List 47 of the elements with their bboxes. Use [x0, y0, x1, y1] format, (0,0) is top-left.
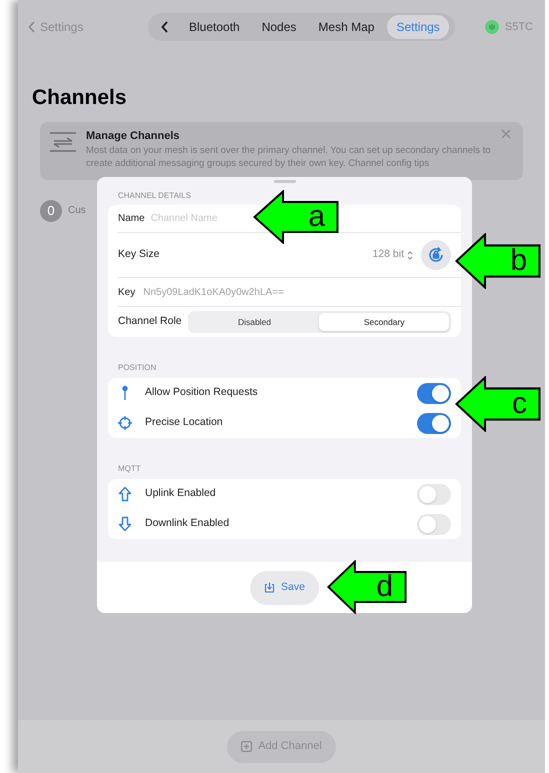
key-size-picker[interactable]: 128 bit: [372, 247, 413, 263]
chevron-up-down-icon: [407, 250, 413, 260]
section-header: MQTT: [118, 463, 142, 475]
section-header: CHANNEL DETAILS: [118, 190, 192, 202]
nav-tab[interactable]: Settings: [387, 15, 449, 39]
setting-label: Uplink Enabled: [145, 486, 216, 502]
arrow-down-icon: [117, 516, 133, 532]
chevron-left-icon: [28, 21, 36, 33]
nav-tab[interactable]: Bluetooth: [180, 15, 249, 39]
callout-arrow: c: [455, 376, 541, 432]
tip-title: Manage Channels: [86, 128, 181, 144]
channel-role-label: Channel Role: [118, 314, 182, 330]
name-label: Name: [118, 212, 145, 226]
callout-arrow: a: [253, 190, 339, 244]
save-button[interactable]: Save: [250, 570, 319, 604]
chevron-left-icon[interactable]: [160, 21, 170, 33]
plus-icon: [241, 741, 252, 752]
setting-label: Downlink Enabled: [145, 516, 230, 532]
key-size-label: Key Size: [118, 247, 160, 262]
toggle-switch[interactable]: [417, 382, 451, 404]
setting-label: Precise Location: [145, 415, 223, 430]
key-label: Key: [118, 286, 136, 300]
nav-tab[interactable]: Nodes: [252, 15, 306, 39]
setting-label: Allow Position Requests: [145, 385, 258, 400]
toggle-switch[interactable]: [417, 514, 451, 534]
callout-arrow: b: [455, 233, 541, 289]
toggle-switch[interactable]: [417, 412, 451, 434]
nav-tab[interactable]: Mesh Map: [309, 15, 384, 39]
lock-rotate-icon: [427, 246, 445, 264]
device-name: S5TC: [504, 20, 533, 35]
role-option[interactable]: Secondary: [319, 313, 450, 331]
channel-index: 0: [40, 200, 62, 222]
role-option[interactable]: Disabled: [190, 313, 320, 331]
crosshair-icon: [117, 415, 133, 431]
download-icon: [264, 582, 276, 593]
tip-text: Most data on your mesh is sent over the primary channel. You can set up secondary channels to create additional messaging groups secured by their own key. Channel config tips: [86, 144, 492, 170]
signal-icon: [484, 20, 499, 34]
section-header: POSITION: [118, 362, 158, 374]
swap-icon: [50, 130, 76, 152]
arrow-up-icon: [117, 486, 133, 502]
page-title: Channels: [32, 85, 128, 111]
back-button[interactable]: Settings: [28, 18, 148, 36]
regenerate-key-button[interactable]: [421, 240, 451, 270]
toggle-switch[interactable]: [417, 484, 451, 504]
callout-arrow: d: [327, 560, 407, 614]
key-value[interactable]: Nn5y09LadK1oKA0y0w2hLA==: [143, 284, 284, 300]
channel-name: Cus: [68, 204, 86, 218]
